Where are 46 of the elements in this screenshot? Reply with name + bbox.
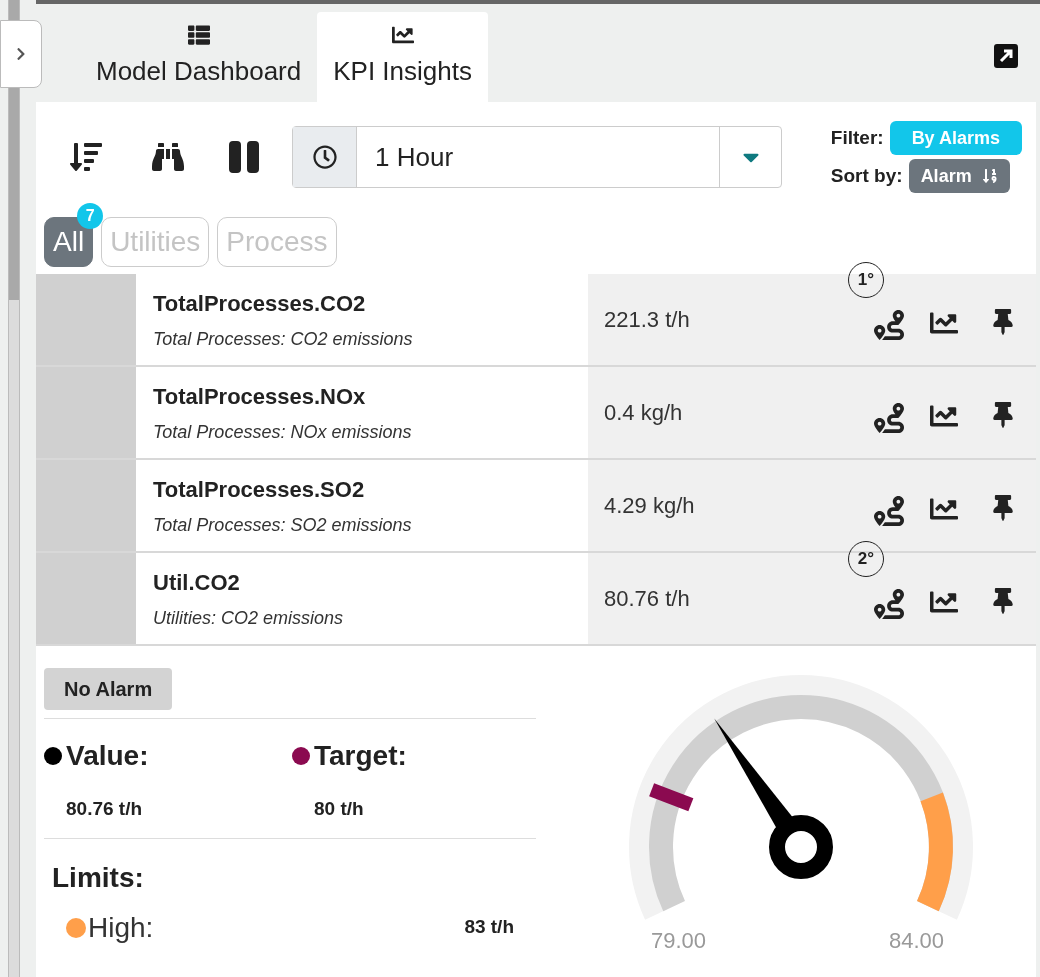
sort-button[interactable]: Alarm	[908, 159, 1010, 193]
pin-icon[interactable]	[990, 587, 1016, 614]
tab[interactable]: Model Dashboard	[80, 12, 318, 102]
pin-icon[interactable]	[990, 308, 1016, 335]
kpi-name: TotalProcesses.NOx	[153, 382, 367, 411]
alarm-status-badge: No Alarm	[44, 668, 173, 710]
sidebar-toggle-button[interactable]	[0, 20, 42, 88]
filter-label: Filter:	[830, 125, 884, 150]
limits-label: Limits:	[52, 860, 145, 895]
clock-icon	[312, 145, 337, 169]
list-icon	[187, 23, 210, 46]
binoculars-icon[interactable]	[152, 141, 184, 173]
gauge-min-label: 79.00	[651, 927, 707, 955]
current-value: 80.76 t/h	[66, 797, 144, 821]
kpi-value: 0.4 kg/h	[604, 399, 683, 427]
pin-icon[interactable]	[990, 494, 1016, 521]
gauge-max-label: 84.00	[889, 927, 945, 955]
value-label: Value:	[66, 739, 149, 773]
kpi-description: Utilities: CO2 emissions	[153, 606, 345, 630]
kpi-description: Total Processes: NOx emissions	[153, 420, 413, 444]
kpi-value: 4.29 kg/h	[604, 492, 695, 520]
kpi-description: Total Processes: SO2 emissions	[153, 513, 413, 537]
time-range-dropdown[interactable]: 1 Hour	[292, 126, 782, 188]
limit-value: 83 t/h	[464, 915, 514, 940]
limit-label: High:	[88, 910, 154, 945]
kpi-value: 221.3 t/h	[604, 306, 690, 334]
tab[interactable]: KPI Insights	[317, 12, 488, 102]
target-value: 80 t/h	[314, 797, 365, 821]
kpi-name: TotalProcesses.CO2	[153, 289, 367, 318]
target-label: Target:	[314, 739, 407, 773]
pause-icon[interactable]	[228, 141, 260, 173]
kpi-name: TotalProcesses.SO2	[153, 475, 366, 504]
route-icon[interactable]	[874, 309, 904, 340]
sort-label: Sort by:	[830, 163, 903, 188]
sort-icon[interactable]	[70, 141, 102, 173]
sort-order-icon	[981, 168, 998, 184]
route-icon[interactable]	[874, 588, 904, 619]
expand-icon[interactable]	[994, 44, 1018, 68]
kpi-value: 80.76 t/h	[604, 585, 690, 613]
count-badge: 7	[77, 203, 104, 229]
kpi-description: Total Processes: CO2 emissions	[153, 327, 414, 351]
route-icon[interactable]	[874, 495, 904, 526]
scrollbar[interactable]	[8, 0, 20, 977]
route-icon[interactable]	[874, 402, 904, 433]
kpi-name: Util.CO2	[153, 568, 241, 597]
pin-icon[interactable]	[990, 401, 1016, 428]
